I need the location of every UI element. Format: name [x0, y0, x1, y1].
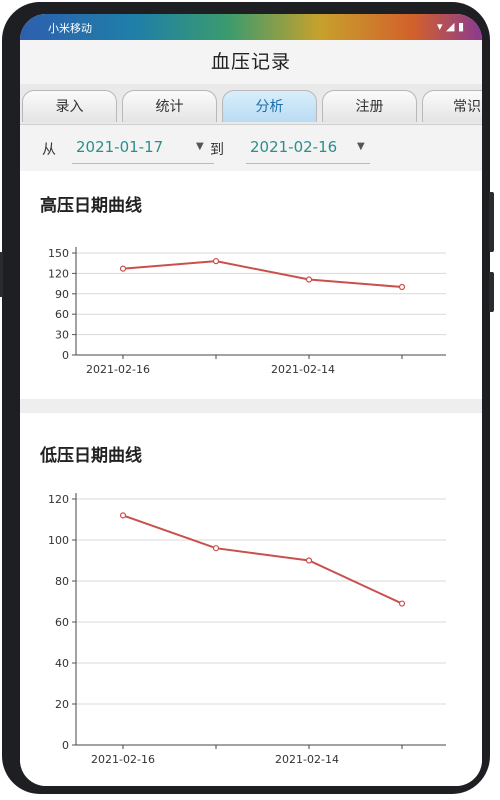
- x-tick-label: 2021-02-16: [91, 753, 155, 766]
- left-button: [0, 252, 3, 297]
- from-date-underline: [72, 163, 214, 164]
- tab-bar: 录入 统计 分析 注册 常识: [20, 84, 482, 125]
- data-point: [212, 545, 220, 552]
- data-point: [305, 557, 313, 564]
- status-bar: 小米移动 ▾ ◢ ▮: [20, 14, 482, 40]
- from-date-picker[interactable]: 2021-01-17: [76, 138, 163, 156]
- signal-wifi-battery-icon: ▾ ◢ ▮: [436, 20, 464, 33]
- data-point: [119, 265, 127, 272]
- data-point: [212, 258, 220, 265]
- tab-label: 分析: [255, 99, 284, 115]
- data-point: [305, 276, 313, 283]
- y-tick-label: 90: [55, 288, 69, 301]
- x-tick-label: 2021-02-14: [271, 363, 335, 376]
- y-tick-label: 120: [48, 267, 69, 280]
- tab-label: 录入: [55, 99, 84, 115]
- to-label: 到: [210, 142, 224, 158]
- data-point: [398, 600, 406, 607]
- chevron-down-icon[interactable]: ▼: [357, 141, 365, 152]
- tab-label: 统计: [155, 99, 184, 115]
- y-tick-label: 0: [62, 739, 69, 752]
- section-divider: [20, 399, 482, 413]
- phone-frame: 小米移动 ▾ ◢ ▮ 血压记录 录入 统计 分析 注册 常识 从 2021-01…: [0, 2, 494, 794]
- diastolic-chart-section: 低压日期曲线 0 20 40 60 80 100 120 2021-02-16 2021-02-…: [20, 413, 482, 786]
- y-tick-label: 120: [48, 493, 69, 506]
- series-line: [122, 260, 403, 288]
- y-tick-label: 60: [55, 308, 69, 321]
- tab-register[interactable]: 注册: [322, 90, 417, 122]
- systolic-chart: 0 30 60 90 120 150 2021-02-16 2021-02-14: [48, 247, 446, 376]
- y-tick-label: 60: [55, 616, 69, 629]
- app-title-bar: 血压记录: [20, 40, 482, 84]
- phone-screen: 小米移动 ▾ ◢ ▮ 血压记录 录入 统计 分析 注册 常识 从 2021-01…: [20, 14, 482, 786]
- systolic-chart-section: 高压日期曲线 0 30 60 90 120 150 2021-02-16 2021-02-14: [20, 171, 482, 399]
- data-point: [119, 512, 127, 519]
- y-tick-label: 20: [55, 698, 69, 711]
- tab-statistics[interactable]: 统计: [122, 90, 217, 122]
- chevron-down-icon[interactable]: ▼: [196, 141, 204, 152]
- tab-label: 常识: [453, 99, 481, 115]
- date-filter-row: 从 2021-01-17 ▼ 到 2021-02-16 ▼: [20, 125, 482, 171]
- y-tick-label: 0: [62, 349, 69, 362]
- to-date-picker[interactable]: 2021-02-16: [250, 138, 337, 156]
- series-line: [122, 514, 403, 605]
- tab-entry[interactable]: 录入: [22, 90, 117, 122]
- y-tick-label: 150: [48, 247, 69, 260]
- tab-label: 注册: [355, 99, 384, 115]
- y-tick-label: 100: [48, 534, 69, 547]
- from-label: 从: [42, 142, 56, 158]
- carrier-name: 小米移动: [48, 22, 92, 35]
- diastolic-chart: 0 20 40 60 80 100 120 2021-02-16 2021-02-14: [48, 493, 446, 766]
- y-tick-label: 80: [55, 575, 69, 588]
- y-tick-label: 30: [55, 329, 69, 342]
- y-tick-label: 40: [55, 657, 69, 670]
- volume-button: [489, 272, 494, 312]
- x-tick-label: 2021-02-14: [275, 753, 339, 766]
- to-date-underline: [246, 163, 370, 164]
- tab-knowledge[interactable]: 常识: [422, 90, 482, 122]
- tab-analysis[interactable]: 分析: [222, 90, 317, 122]
- power-button: [489, 192, 494, 252]
- data-point: [398, 283, 406, 291]
- x-tick-label: 2021-02-16: [86, 363, 150, 376]
- page-title: 血压记录: [210, 51, 291, 73]
